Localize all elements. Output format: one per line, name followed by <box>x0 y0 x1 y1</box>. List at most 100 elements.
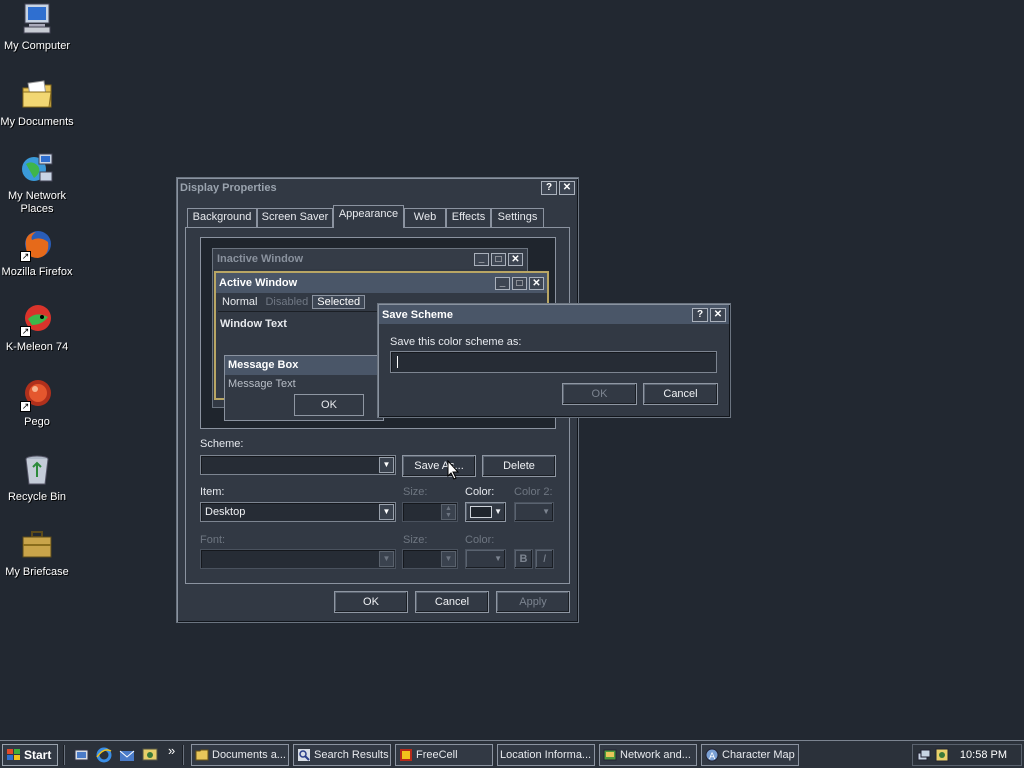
desktop-icon-kmeleon[interactable]: ↗ K-Meleon 74 <box>0 303 74 354</box>
recycle-bin-icon <box>20 453 54 487</box>
shortcut-arrow-icon: ↗ <box>20 251 31 262</box>
preview-menu-disabled: Disabled <box>265 296 309 308</box>
taskbar-separator <box>182 745 184 765</box>
network-icon <box>20 152 54 186</box>
save-as-button[interactable]: Save As... <box>402 455 476 477</box>
font-color-button: ▼ <box>465 549 506 569</box>
help-button[interactable]: ? <box>692 307 708 322</box>
font-color-label: Color: <box>465 534 495 546</box>
task-button[interactable]: Search Results <box>293 744 391 766</box>
save-scheme-cancel-button[interactable]: Cancel <box>643 383 718 405</box>
show-desktop-icon[interactable] <box>74 747 90 763</box>
tab-screen-saver[interactable]: Screen Saver <box>257 208 333 227</box>
preview-msgbox-title: Message Box <box>225 356 383 375</box>
task-label: Network and... <box>620 749 691 761</box>
search-icon <box>297 748 311 762</box>
minimize-icon: _ <box>474 252 489 266</box>
outlook-icon[interactable] <box>119 747 135 763</box>
help-button[interactable]: ? <box>541 180 557 195</box>
desktop-icon-network-places[interactable]: My Network Places <box>0 152 74 216</box>
close-icon: ✕ <box>508 252 523 266</box>
item-dropdown[interactable]: Desktop ▼ <box>200 502 396 522</box>
apply-button[interactable]: Apply <box>496 591 570 613</box>
tray-network-icon[interactable] <box>917 748 931 762</box>
desktop-icon-pego[interactable]: ↗ Pego <box>0 378 74 429</box>
clock[interactable]: 10:58 PM <box>960 745 1007 765</box>
ok-button[interactable]: OK <box>334 591 408 613</box>
desktop-icon-recycle-bin[interactable]: Recycle Bin <box>0 453 74 504</box>
close-button[interactable]: ✕ <box>710 307 726 322</box>
scheme-name-input[interactable] <box>390 351 717 373</box>
tray-app-icon[interactable] <box>935 748 949 762</box>
task-label: Search Results <box>314 749 389 761</box>
preview-msgbox-text: Message Text <box>228 378 296 390</box>
save-scheme-prompt: Save this color scheme as: <box>390 336 522 348</box>
pego-icon: ↗ <box>20 378 54 412</box>
chevron-down-icon: ▼ <box>441 551 456 567</box>
maximize-icon: □ <box>512 276 527 290</box>
network-folder-icon <box>603 748 617 762</box>
character-map-icon: A <box>705 748 719 762</box>
computer-icon <box>20 2 54 36</box>
text-cursor <box>397 356 398 368</box>
desktop-icon-label: K-Meleon 74 <box>5 341 69 353</box>
task-button[interactable]: Network and... <box>599 744 697 766</box>
task-button[interactable]: Location Informa... <box>497 744 595 766</box>
close-button[interactable]: ✕ <box>559 180 575 195</box>
scheme-label: Scheme: <box>200 438 244 450</box>
bold-button: B <box>514 549 533 569</box>
font-size-label: Size: <box>403 534 428 546</box>
preview-msgbox-ok: OK <box>294 394 364 416</box>
desktop-icon-label: My Documents <box>0 116 74 128</box>
color-picker-button[interactable]: ▼ <box>465 502 506 522</box>
svg-text:A: A <box>709 752 716 762</box>
tab-appearance[interactable]: Appearance <box>333 205 404 228</box>
windows-logo-icon <box>7 747 21 760</box>
maximize-icon: □ <box>491 252 506 266</box>
taskbar-separator <box>63 745 65 765</box>
preview-menu-selected: Selected <box>312 295 366 309</box>
kmeleon-icon: ↗ <box>20 303 54 337</box>
item-label: Item: <box>200 486 225 498</box>
delete-button[interactable]: Delete <box>482 455 556 477</box>
task-label: Character Map <box>722 749 795 761</box>
task-label: FreeCell <box>416 749 458 761</box>
font-label: Font: <box>200 534 226 546</box>
folder-icon <box>195 748 209 762</box>
desktop-icon-my-briefcase[interactable]: My Briefcase <box>0 528 74 579</box>
task-button[interactable]: Documents a... <box>191 744 289 766</box>
window-title: Display Properties <box>180 181 277 194</box>
ie-icon[interactable] <box>96 747 112 763</box>
quick-launch-chevron[interactable]: » <box>168 743 175 758</box>
display-properties-titlebar[interactable]: Display Properties ? ✕ <box>177 178 578 197</box>
minimize-icon: _ <box>495 276 510 290</box>
tab-web[interactable]: Web <box>404 208 446 227</box>
start-button[interactable]: Start <box>2 744 58 766</box>
scheme-dropdown[interactable]: ▼ <box>200 455 396 475</box>
tab-settings[interactable]: Settings <box>491 208 544 227</box>
cancel-button[interactable]: Cancel <box>415 591 489 613</box>
chevron-down-icon: ▼ <box>379 457 394 473</box>
shortcut-arrow-icon: ↗ <box>20 326 31 337</box>
task-label: Location Informa... <box>500 749 592 761</box>
desktop-icon-label: My Network Places <box>7 190 67 215</box>
color2-picker-button: ▼ <box>514 502 554 522</box>
desktop-icon-my-computer[interactable]: My Computer <box>0 2 74 53</box>
tab-effects[interactable]: Effects <box>446 208 491 227</box>
tab-background[interactable]: Background <box>187 208 257 227</box>
font-size-dropdown: ▼ <box>402 549 458 569</box>
task-label: Documents a... <box>212 749 286 761</box>
preview-menu-normal: Normal <box>222 296 258 308</box>
desktop-icon-label: My Computer <box>3 40 71 52</box>
shortcut-arrow-icon: ↗ <box>20 401 31 412</box>
briefcase-icon <box>20 528 54 562</box>
task-button[interactable]: FreeCell <box>395 744 493 766</box>
dialog-title: Save Scheme <box>382 308 453 321</box>
task-button[interactable]: A Character Map <box>701 744 799 766</box>
desktop-icon-firefox[interactable]: ↗ Mozilla Firefox <box>0 228 74 279</box>
save-scheme-titlebar[interactable]: Save Scheme ? ✕ <box>379 305 729 324</box>
media-icon[interactable] <box>142 747 158 763</box>
desktop-icon-my-documents[interactable]: My Documents <box>0 78 74 129</box>
font-dropdown: ▼ <box>200 549 396 569</box>
save-scheme-ok-button[interactable]: OK <box>562 383 637 405</box>
